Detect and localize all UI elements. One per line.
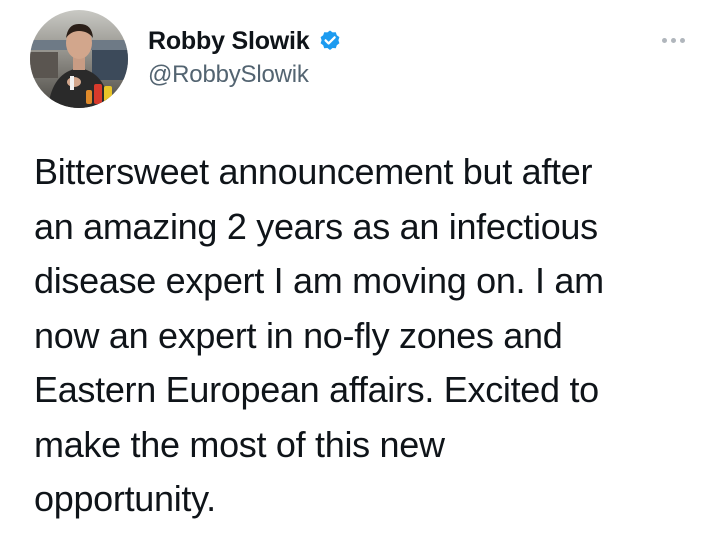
more-dot — [670, 37, 676, 43]
tweet-text-line: disease expert I am moving on. I am — [34, 260, 604, 301]
avatar[interactable] — [30, 10, 128, 108]
tweet-card: Robby Slowik @RobbySlowik Bittersweet an… — [0, 0, 720, 537]
tweet-text-line: Bittersweet announcement but after — [34, 151, 593, 192]
name-row: Robby Slowik — [148, 24, 342, 58]
more-dot — [661, 37, 667, 43]
tweet-text-line: make the most of this new — [34, 423, 445, 465]
verified-badge-icon — [318, 29, 342, 53]
tweet-text-line: opportunity. — [34, 478, 216, 519]
tweet-header: Robby Slowik @RobbySlowik — [148, 24, 342, 89]
profile-photo — [30, 10, 128, 108]
tweet-text: Bittersweet announcement but after an am… — [34, 145, 704, 527]
display-name[interactable]: Robby Slowik — [148, 27, 310, 56]
tweet-text-line: Eastern European affairs. Excited to — [34, 369, 599, 410]
tweet-text-line: an amazing 2 years as an infectious — [34, 205, 598, 247]
tweet-text-line: now an expert in no-fly zones and — [34, 314, 563, 356]
more-dot — [679, 37, 685, 43]
user-handle[interactable]: @RobbySlowik — [148, 61, 342, 89]
more-options-icon[interactable] — [654, 28, 692, 52]
